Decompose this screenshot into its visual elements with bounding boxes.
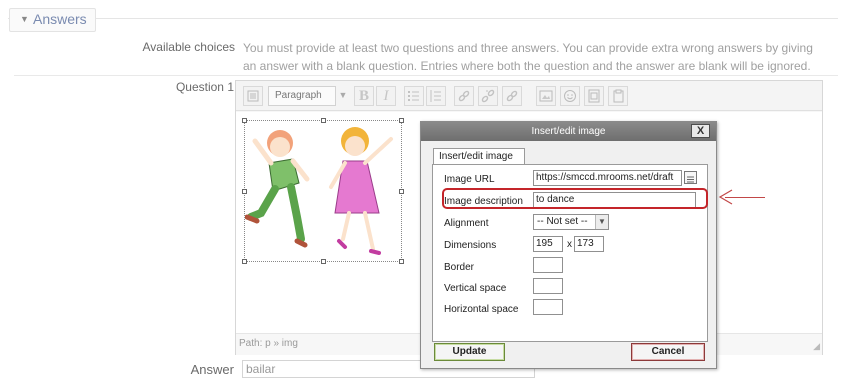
description-highlight <box>442 188 708 209</box>
tab-insert-edit-image[interactable]: Insert/edit image <box>433 148 525 164</box>
answers-legend-label[interactable]: Answers <box>33 11 87 27</box>
vertical-space-label: Vertical space <box>444 283 507 294</box>
horizontal-space-field[interactable] <box>533 299 563 315</box>
image-url-label: Image URL <box>444 174 495 185</box>
resize-handle[interactable] <box>321 118 326 123</box>
media-icon[interactable] <box>584 86 604 106</box>
resize-handle[interactable] <box>242 259 247 264</box>
html-icon[interactable] <box>243 86 263 106</box>
resize-handle[interactable] <box>242 189 247 194</box>
question-1-label: Question 1 <box>175 80 234 94</box>
resize-handle[interactable] <box>321 259 326 264</box>
resize-grip-icon[interactable]: ◢ <box>813 341 820 352</box>
resize-handle[interactable] <box>399 259 404 264</box>
image-icon[interactable] <box>536 86 556 106</box>
paragraph-format-select[interactable]: Paragraph <box>268 86 336 106</box>
browse-icon[interactable] <box>684 171 697 184</box>
resize-handle[interactable] <box>399 118 404 123</box>
dialog-title: Insert/edit image <box>421 122 716 141</box>
link-icon[interactable] <box>454 86 474 106</box>
width-field[interactable]: 195 <box>533 236 563 252</box>
dimensions-label: Dimensions <box>444 240 497 251</box>
available-choices-help: You must provide at least two questions … <box>243 39 836 75</box>
height-field[interactable]: 173 <box>574 236 604 252</box>
image-url-field[interactable]: https://smccd.mrooms.net/draft <box>533 170 682 186</box>
dimensions-separator: x <box>567 239 572 250</box>
border-field[interactable] <box>533 257 563 273</box>
bold-icon[interactable]: B <box>354 86 374 106</box>
row-divider <box>14 75 838 76</box>
insert-image-dialog: Insert/edit image X Insert/edit image Im… <box>420 121 717 369</box>
alignment-label: Alignment <box>444 218 489 229</box>
horizontal-space-label: Horizontal space <box>444 304 519 315</box>
paste-icon[interactable] <box>608 86 628 106</box>
available-choices-label: Available choices <box>142 40 235 54</box>
collapse-caret-icon[interactable]: ▼ <box>20 14 29 24</box>
alignment-select[interactable]: -- Not set -- ▼ <box>533 214 609 230</box>
help-line-1: You must provide at least two questions … <box>243 41 813 55</box>
vertical-space-field[interactable] <box>533 278 563 294</box>
emoticon-icon[interactable] <box>560 86 580 106</box>
resize-handle[interactable] <box>399 189 404 194</box>
resize-handle[interactable] <box>242 118 247 123</box>
chevron-down-icon[interactable]: ▼ <box>336 86 350 106</box>
bullet-list-icon[interactable] <box>404 86 424 106</box>
dancing-children-image[interactable] <box>244 120 402 262</box>
anchor-icon[interactable] <box>502 86 522 106</box>
border-label: Border <box>444 262 475 273</box>
italic-icon[interactable]: I <box>376 86 396 106</box>
help-line-2: an answer with a blank question. Entries… <box>243 59 811 73</box>
cancel-button[interactable]: Cancel <box>631 343 705 361</box>
unlink-icon[interactable] <box>478 86 498 106</box>
alignment-value: -- Not set -- <box>537 216 588 227</box>
section-border <box>8 18 838 19</box>
arrow-left-icon <box>718 189 733 205</box>
update-button[interactable]: Update <box>434 343 505 361</box>
numbered-list-icon[interactable] <box>426 86 446 106</box>
editor-toolbar: Paragraph ▼ B I <box>236 81 822 111</box>
answer-label: Answer <box>190 362 234 377</box>
close-icon[interactable]: X <box>691 124 710 138</box>
chevron-down-icon[interactable]: ▼ <box>595 215 608 229</box>
